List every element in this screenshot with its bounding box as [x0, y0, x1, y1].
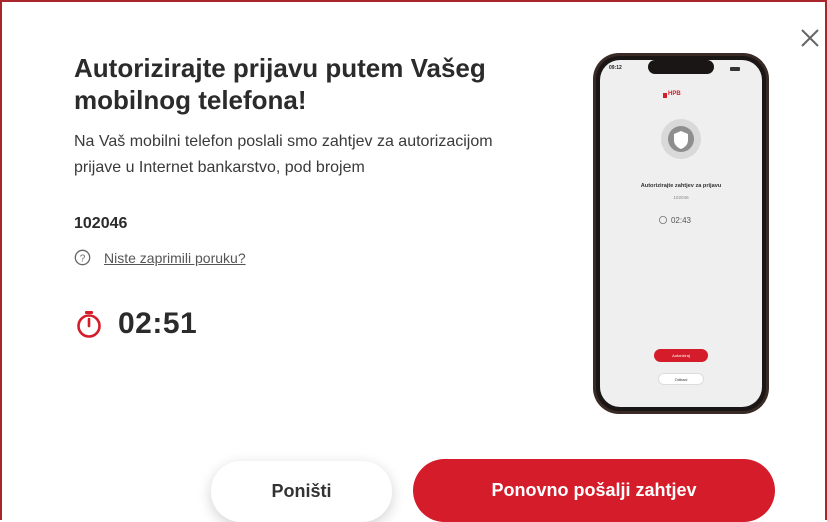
help-link[interactable]: Niste zaprimili poruku?: [104, 250, 246, 266]
phone-status-time: 09:12: [609, 65, 622, 71]
close-button[interactable]: [796, 24, 824, 52]
resend-request-button[interactable]: Ponovno pošalji zahtjev: [413, 459, 775, 522]
phone-reject-button: Odbaci: [658, 373, 704, 385]
stopwatch-icon: [77, 311, 101, 338]
countdown-timer: 02:51: [74, 307, 197, 341]
phone-screen-title: Autorizirajte zahtjev za prijavu: [640, 183, 722, 189]
phone-screen-subtitle: 102046: [673, 195, 689, 200]
dialog-description: Na Vaš mobilni telefon poslali smo zahtj…: [74, 133, 493, 176]
dialog-title: Autorizirajte prijavu putem Vašeg mobiln…: [74, 53, 486, 115]
phone-countdown: 02:43: [670, 216, 692, 225]
close-icon: [801, 29, 819, 47]
countdown-value: 02:51: [118, 307, 198, 340]
phone-authorize-button: Autoriziraj: [654, 349, 708, 362]
auth-dialog: Autorizirajte prijavu putem Vašeg mobiln…: [0, 0, 827, 522]
phone-illustration: 09:12 HPB Autorizirajte zahtjev za prija…: [592, 52, 770, 415]
request-code: 102046: [74, 215, 128, 232]
question-icon: ?: [74, 249, 91, 266]
help-row: ? Niste zaprimili poruku?: [74, 249, 246, 266]
phone-brand-logo: HPB: [668, 91, 681, 97]
cancel-button[interactable]: Poništi: [211, 461, 392, 522]
svg-text:?: ?: [80, 253, 86, 264]
